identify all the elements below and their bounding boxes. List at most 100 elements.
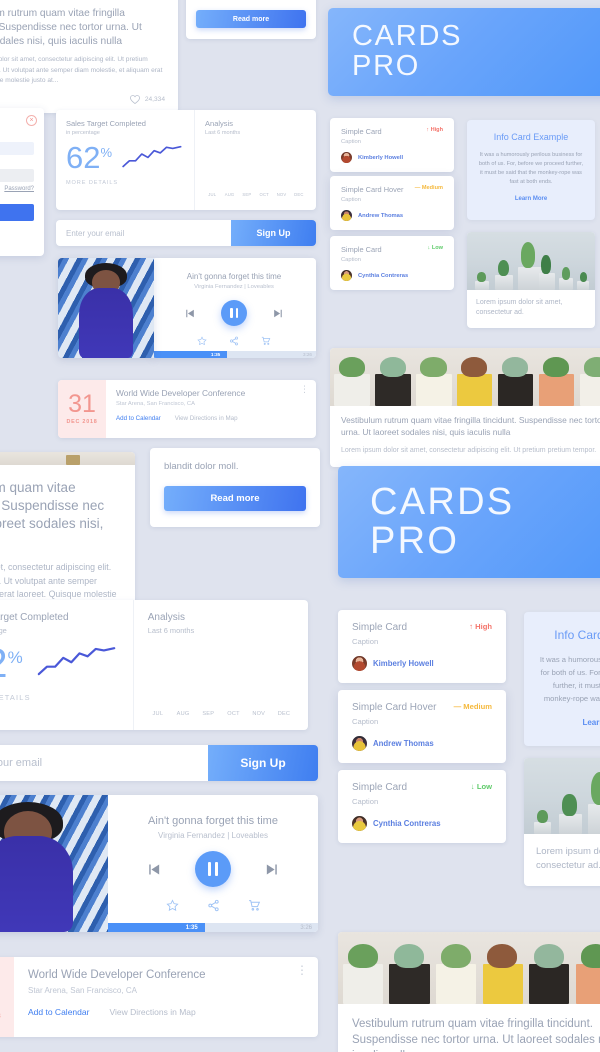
succulent-card-small[interactable]: Vestibulum rutrum quam vitae fringilla t… <box>330 348 600 468</box>
cart-icon[interactable] <box>248 899 261 912</box>
simple-card-caption: Caption <box>352 797 379 806</box>
simple-card-title: Simple Card <box>341 127 382 136</box>
music-player-small: Ain't gonna forget this time Virginia Fe… <box>152 258 316 358</box>
succulent-card-large[interactable]: Vestibulum rutrum quam vitae fringilla t… <box>338 932 600 1052</box>
planter <box>529 963 570 1004</box>
planter <box>342 963 384 1004</box>
event-title: World Wide Developer Conference <box>28 969 206 981</box>
succulent-plant <box>379 357 406 377</box>
simple-card-large-3[interactable]: Simple Card Caption ↓ Low Cynthia Contre… <box>338 770 506 843</box>
person-name[interactable]: Kimberly Howell <box>373 659 434 668</box>
total-time: 3:26 <box>300 924 312 931</box>
simple-card-small-3[interactable]: Simple Card Caption ↓ Low Cynthia Contre… <box>330 236 454 290</box>
analysis-subtitle: Last 6 months <box>147 626 195 635</box>
article-heading: Vestibulum rutrum quam vitae fringilla t… <box>0 480 105 532</box>
person-name[interactable]: Andrew Thomas <box>358 213 403 219</box>
player-song-title: Ain't gonna forget this time <box>148 815 278 827</box>
kebab-menu-icon[interactable]: ⋮ <box>296 964 308 976</box>
succulent-plant <box>347 943 378 968</box>
cactus-caption: Lorem ipsum dolor sit amet, consectetur … <box>476 299 563 316</box>
planter <box>577 280 589 290</box>
music-player-large: Ain't gonna forget this time Virginia Fe… <box>0 795 318 932</box>
readmore-card-large[interactable]: blandit dolor moll. Read more <box>150 448 320 527</box>
login-submit-button[interactable] <box>0 204 34 221</box>
cactus-card-large[interactable]: Lorem ipsum dolor sit amet, consectetur … <box>524 758 600 886</box>
person-name[interactable]: Cynthia Contreras <box>373 819 441 828</box>
signup-button-large[interactable]: Sign Up <box>208 745 318 781</box>
login-card-small[interactable]: × Password? <box>0 108 44 256</box>
skip-next-icon[interactable] <box>272 307 285 320</box>
forgot-password-link[interactable]: Password? <box>0 186 34 192</box>
priority-badge-high: ↑ High <box>426 127 443 133</box>
info-card-title: Info Card Example <box>554 628 600 642</box>
player-progress-large[interactable]: 1:35 3:26 <box>108 923 318 932</box>
login-password-field[interactable] <box>0 169 34 182</box>
signup-email-input-large[interactable]: Enter your email <box>0 745 208 781</box>
info-card-body: It was a humorously perilous business fo… <box>539 655 600 703</box>
sales-subtitle: in percentage <box>66 130 100 136</box>
share-icon[interactable] <box>229 336 239 346</box>
article-likes-small[interactable]: 24,334 <box>0 95 165 104</box>
add-to-calendar-link[interactable]: Add to Calendar <box>28 1007 89 1017</box>
learn-more-link[interactable]: Learn More <box>582 718 600 727</box>
planter <box>482 963 523 1004</box>
skip-previous-icon[interactable] <box>145 861 162 878</box>
learn-more-link[interactable]: Learn More <box>515 196 547 202</box>
succulent-plant <box>487 943 518 968</box>
album-art-large <box>0 795 108 932</box>
share-icon[interactable] <box>207 899 220 912</box>
cactus-card-small[interactable]: Lorem ipsum dolor sit amet, consectetur … <box>467 232 595 328</box>
person-name[interactable]: Andrew Thomas <box>373 739 434 748</box>
more-details-link[interactable]: MORE DETAILS <box>66 180 184 186</box>
banner-title: CARDS PRO <box>352 20 463 82</box>
info-card-body: It was a humorously perilous business fo… <box>478 152 584 185</box>
read-more-button[interactable]: Read more <box>164 486 306 511</box>
add-to-calendar-link[interactable]: Add to Calendar <box>116 415 161 422</box>
succulent-plant <box>534 943 564 968</box>
simple-card-small-1[interactable]: Simple Card Caption ↑ High Kimberly Howe… <box>330 118 454 172</box>
login-email-field[interactable] <box>0 142 34 155</box>
simple-card-title: Simple Card <box>352 782 408 793</box>
simple-card-small-2[interactable]: Simple Card Hover Caption — Medium Andre… <box>330 176 454 230</box>
skip-next-icon[interactable] <box>264 861 281 878</box>
person-name[interactable]: Kimberly Howell <box>358 155 403 161</box>
bar-group: DEC <box>292 188 306 197</box>
read-more-button[interactable]: Read more <box>196 10 306 28</box>
bar-label: NOV <box>252 711 266 717</box>
simple-card-title: Simple Card Hover <box>341 185 404 194</box>
cart-icon[interactable] <box>261 336 271 346</box>
player-progress-small[interactable]: 1:35 3:26 <box>152 351 316 358</box>
simple-card-large-2[interactable]: Simple Card Hover Caption — Medium Andre… <box>338 690 506 763</box>
view-directions-link[interactable]: View Directions in Map <box>175 415 238 422</box>
planter <box>559 814 583 834</box>
signup-bar-large[interactable]: Enter your email Sign Up <box>0 745 318 781</box>
simple-card-large-1[interactable]: Simple Card Caption ↑ High Kimberly Howe… <box>338 610 506 683</box>
skip-previous-icon[interactable] <box>183 307 196 320</box>
bar-group: OCT <box>223 707 243 717</box>
signup-button-small[interactable]: Sign Up <box>231 220 316 246</box>
view-directions-link[interactable]: View Directions in Map <box>109 1007 195 1017</box>
analysis-subtitle: Last 6 months <box>205 130 241 136</box>
more-details-link[interactable]: MORE DETAILS <box>0 693 119 702</box>
info-card-large: Info Card Example It was a humorously pe… <box>524 612 600 746</box>
cactus-plant <box>591 771 600 806</box>
cactus-plant <box>561 266 571 280</box>
cactus-plant <box>562 794 577 816</box>
star-icon[interactable] <box>165 899 179 912</box>
article-card-small[interactable]: Vestibulum rutrum quam vitae fringilla t… <box>0 0 178 113</box>
readmore-card-small[interactable]: blandit dolor moll. Read more <box>186 0 316 39</box>
kebab-menu-icon[interactable]: ⋮ <box>300 384 309 394</box>
star-icon[interactable] <box>197 336 207 346</box>
cactus-pots-photo-large <box>524 758 600 834</box>
pause-icon[interactable] <box>221 300 247 326</box>
simple-card-title: Simple Card <box>341 245 382 254</box>
bar-group: DEC <box>274 707 294 717</box>
player-artist: Virginia Fernandez | Loveables <box>158 831 268 840</box>
signup-email-input-small[interactable]: Enter your email <box>56 220 231 246</box>
pause-icon[interactable] <box>195 851 231 887</box>
person-name[interactable]: Cynthia Contreras <box>358 273 408 279</box>
signup-bar-small[interactable]: Enter your email Sign Up <box>56 220 316 246</box>
bar-label: NOV <box>276 192 287 197</box>
simple-card-title: Simple Card Hover <box>352 702 437 713</box>
close-circle-icon[interactable]: × <box>26 115 37 126</box>
